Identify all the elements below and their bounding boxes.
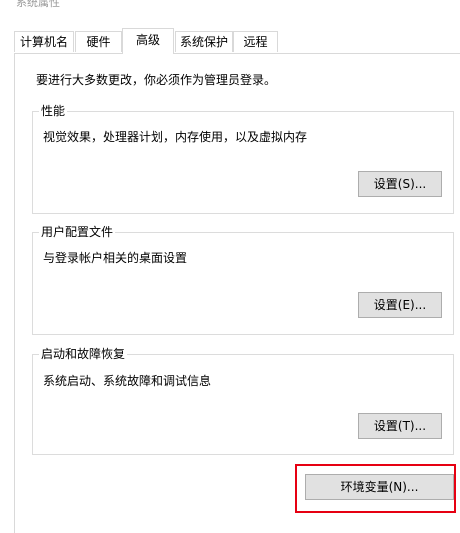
tab-advanced[interactable]: 高级 (122, 28, 174, 54)
startup-recovery-description: 系统启动、系统故障和调试信息 (43, 374, 212, 388)
tab-hardware[interactable]: 硬件 (75, 31, 122, 52)
startup-recovery-settings-button[interactable]: 设置(T)... (358, 413, 442, 439)
performance-description: 视觉效果，处理器计划，内存使用，以及虚拟内存 (43, 130, 308, 144)
window-title: 系统属性 (16, 0, 60, 9)
user-profiles-description: 与登录帐户相关的桌面设置 (43, 251, 188, 265)
performance-settings-button[interactable]: 设置(S)... (358, 171, 442, 197)
system-properties-window: 系统属性 计算机名 硬件 高级 系统保护 远程 要进行大多数更改，你必须作为管理… (0, 0, 460, 533)
performance-group: 性能 视觉效果，处理器计划，内存使用，以及虚拟内存 (32, 103, 454, 214)
tab-computer-name[interactable]: 计算机名 (14, 31, 74, 52)
startup-recovery-group-title: 启动和故障恢复 (39, 346, 128, 362)
user-profiles-group-title: 用户配置文件 (39, 224, 116, 240)
highlight-box (295, 464, 456, 513)
startup-recovery-group: 启动和故障恢复 系统启动、系统故障和调试信息 (32, 346, 454, 455)
tab-system-protection[interactable]: 系统保护 (175, 31, 233, 52)
performance-group-title: 性能 (39, 103, 68, 119)
user-profiles-settings-button[interactable]: 设置(E)... (358, 292, 442, 318)
tab-remote[interactable]: 远程 (233, 31, 278, 52)
admin-notice: 要进行大多数更改，你必须作为管理员登录。 (36, 73, 277, 87)
user-profiles-group: 用户配置文件 与登录帐户相关的桌面设置 (32, 224, 454, 335)
